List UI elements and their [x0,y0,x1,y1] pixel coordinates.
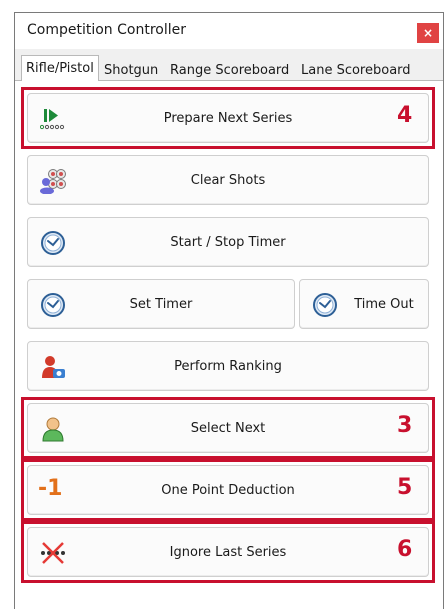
time-out-button[interactable]: Time Out [299,279,429,329]
annotation-number-6: 6 [397,537,413,562]
close-icon: × [422,26,434,40]
title-bar: Competition Controller × [15,13,443,49]
set-timer-button[interactable]: Set Timer [27,279,295,329]
tab-rifle-pistol[interactable]: Rifle/Pistol [21,55,99,82]
tab-strip: Rifle/Pistol Shotgun Range Scoreboard La… [15,55,443,83]
annotation-number-4: 4 [397,103,413,128]
one-point-deduction-button[interactable]: -1 One Point Deduction [27,465,429,515]
window-title: Competition Controller [27,22,186,38]
select-next-label: Select Next [190,420,266,436]
prepare-next-series-button[interactable]: Prepare Next Series [27,93,429,143]
clear-shots-label: Clear Shots [190,172,266,188]
close-button[interactable]: × [417,23,439,43]
tab-range-scoreboard[interactable]: Range Scoreboard [170,61,289,83]
start-stop-timer-label: Start / Stop Timer [170,234,286,250]
time-out-label: Time Out [354,296,414,312]
perform-ranking-button[interactable]: Perform Ranking [27,341,429,391]
one-point-deduction-label: One Point Deduction [161,482,295,498]
ignore-last-series-button[interactable]: Ignore Last Series [27,527,429,577]
tab-shotgun[interactable]: Shotgun [104,61,158,83]
clock-icon [313,293,337,317]
perform-ranking-label: Perform Ranking [174,358,282,374]
rifle-pistol-panel: Prepare Next Series Clear Shots Start / … [15,81,443,609]
clear-shots-button[interactable]: Clear Shots [27,155,429,205]
annotation-number-3: 3 [397,413,413,438]
ignore-last-series-label: Ignore Last Series [169,544,287,560]
set-timer-label: Set Timer [129,296,193,312]
select-next-button[interactable]: Select Next [27,403,429,453]
annotation-number-5: 5 [397,475,413,500]
tab-lane-scoreboard[interactable]: Lane Scoreboard [301,61,411,83]
prepare-next-series-label: Prepare Next Series [163,110,293,126]
competition-controller-window: Competition Controller × Rifle/Pistol Sh… [14,12,444,609]
start-stop-timer-button[interactable]: Start / Stop Timer [27,217,429,267]
